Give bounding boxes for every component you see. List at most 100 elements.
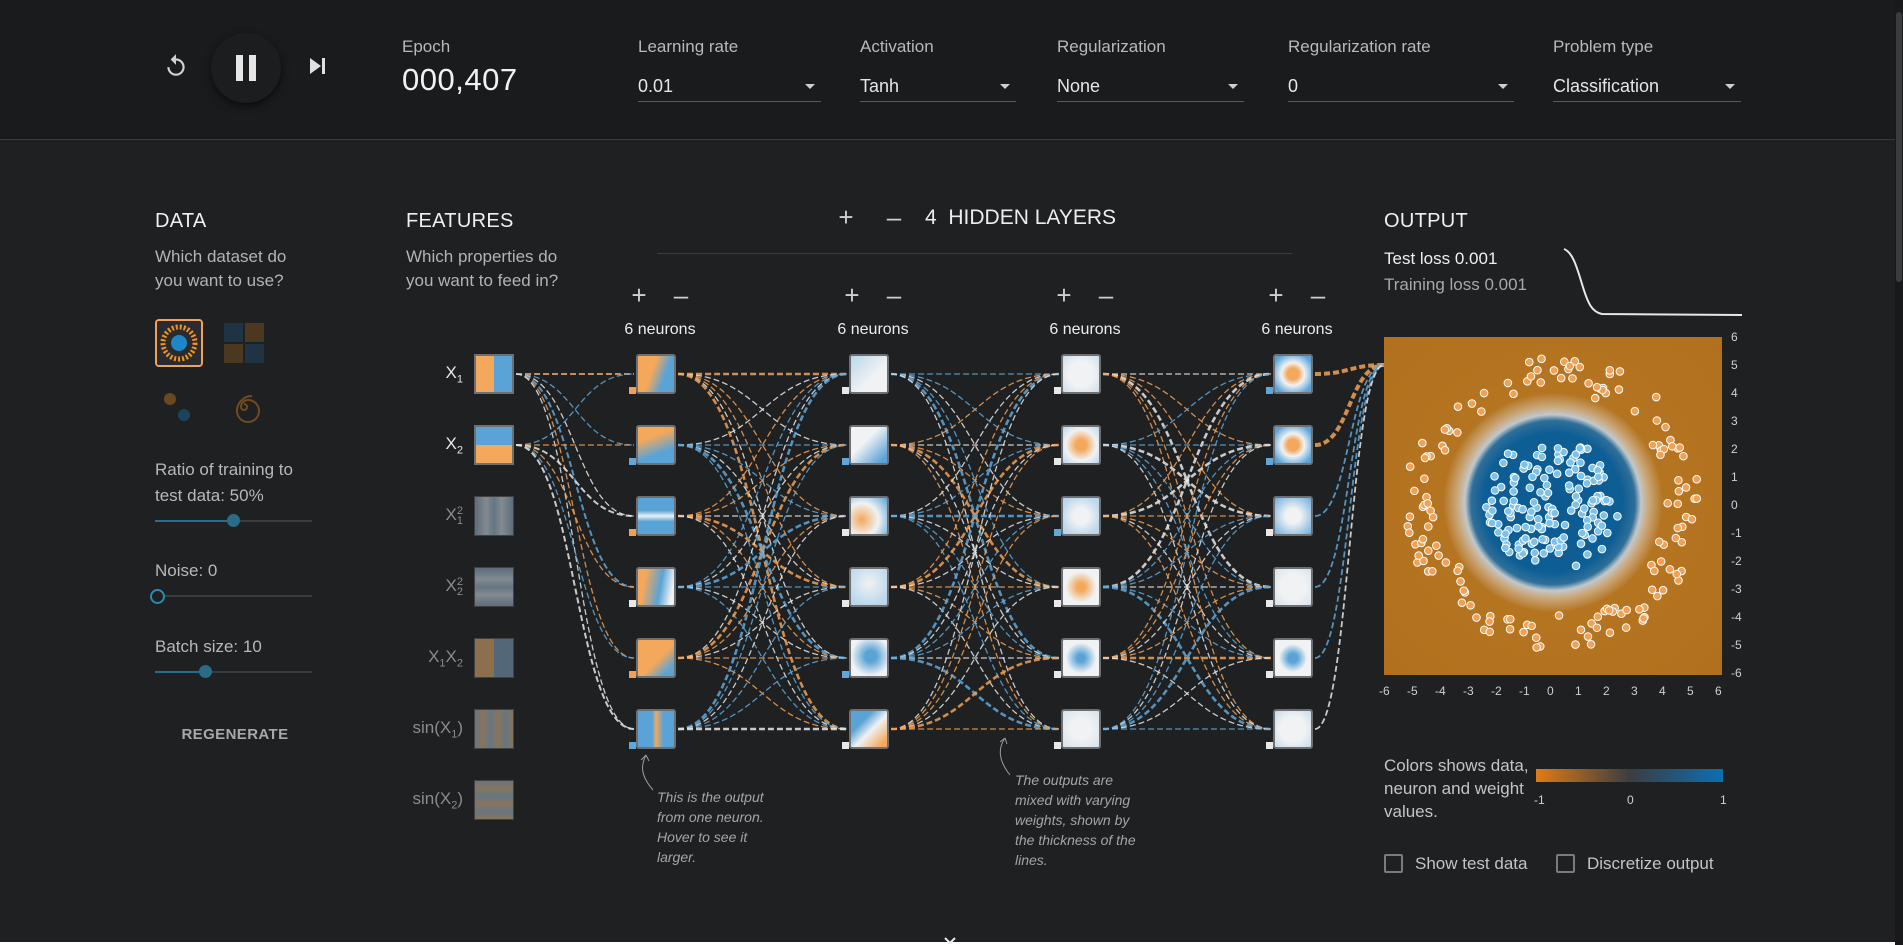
neuron-bias-indicator[interactable] — [629, 529, 636, 536]
data-point — [1453, 566, 1462, 576]
chevron-down-icon[interactable] — [943, 936, 957, 944]
discretize-output-checkbox[interactable] — [1556, 854, 1575, 873]
neuron[interactable] — [629, 354, 676, 394]
neuron[interactable] — [629, 567, 676, 607]
add-layer-button[interactable]: + — [834, 204, 858, 230]
neuron-bias-indicator[interactable] — [842, 600, 849, 607]
neuron-bias-indicator[interactable] — [629, 742, 636, 749]
weight-link[interactable] — [677, 444, 848, 730]
neuron-bias-indicator[interactable] — [1054, 529, 1061, 536]
data-point — [1530, 548, 1540, 558]
neuron-bias-indicator[interactable] — [842, 742, 849, 749]
data-point — [1499, 458, 1508, 468]
neuron-bias-indicator[interactable] — [629, 600, 636, 607]
page-scrollbar[interactable] — [1895, 0, 1903, 945]
neuron-bias-indicator[interactable] — [1266, 529, 1273, 536]
remove-neuron-button[interactable]: – — [669, 282, 693, 308]
neuron-bias-indicator[interactable] — [842, 671, 849, 678]
data-point — [1540, 473, 1549, 483]
neuron[interactable] — [1054, 638, 1101, 678]
data-point — [1681, 483, 1691, 492]
remove-neuron-button[interactable]: – — [1306, 282, 1330, 308]
neuron-bias-indicator[interactable] — [842, 529, 849, 536]
data-point — [1673, 523, 1683, 533]
neuron[interactable] — [842, 496, 889, 536]
neuron-bias-indicator[interactable] — [842, 458, 849, 465]
show-test-data-checkbox[interactable] — [1384, 854, 1403, 873]
data-point — [1519, 627, 1528, 637]
data-point — [1521, 534, 1530, 543]
weight-link[interactable] — [677, 373, 848, 659]
remove-layer-button[interactable]: – — [882, 204, 906, 230]
add-neuron-button[interactable]: + — [840, 282, 864, 308]
x-tick-label: 4 — [1659, 684, 1666, 698]
neuron-bias-indicator[interactable] — [1054, 671, 1061, 678]
hidden-layers-label: HIDDEN LAYERS — [948, 206, 1117, 229]
neuron-bias-indicator[interactable] — [1054, 387, 1061, 394]
weight-link[interactable] — [890, 515, 1060, 588]
weight-link[interactable] — [515, 444, 635, 730]
weight-link[interactable] — [890, 372, 1060, 660]
neuron[interactable] — [1266, 567, 1313, 607]
neuron[interactable] — [1266, 638, 1313, 678]
output-heatmap[interactable] — [1384, 337, 1722, 675]
neuron-bias-indicator[interactable] — [1266, 458, 1273, 465]
neuron-bias-indicator[interactable] — [629, 387, 636, 394]
neuron[interactable] — [842, 354, 889, 394]
weight-link[interactable] — [1102, 373, 1272, 659]
data-point — [1577, 528, 1587, 538]
weight-link[interactable] — [515, 444, 635, 588]
neuron-bias-indicator[interactable] — [1266, 742, 1273, 749]
neuron-bias-indicator[interactable] — [1266, 387, 1273, 394]
neuron[interactable] — [842, 638, 889, 678]
add-neuron-button[interactable]: + — [627, 282, 651, 308]
neuron-bias-indicator[interactable] — [1054, 742, 1061, 749]
weight-link[interactable] — [515, 444, 635, 659]
data-point — [1466, 600, 1475, 610]
neuron[interactable] — [629, 638, 676, 678]
neuron[interactable] — [842, 567, 889, 607]
neuron[interactable] — [1054, 496, 1101, 536]
weight-link[interactable] — [515, 373, 635, 659]
data-point — [1648, 440, 1658, 450]
neuron[interactable] — [1054, 354, 1101, 394]
remove-neuron-button[interactable]: – — [882, 282, 906, 308]
data-point — [1527, 621, 1536, 631]
neuron[interactable] — [842, 425, 889, 465]
weight-link[interactable] — [1314, 364, 1385, 730]
scrollbar-thumb[interactable] — [1896, 12, 1902, 282]
neuron[interactable] — [629, 709, 676, 749]
neuron[interactable] — [629, 496, 676, 536]
neuron[interactable] — [629, 425, 676, 465]
neuron-bias-indicator[interactable] — [1266, 671, 1273, 678]
neuron[interactable] — [1266, 709, 1313, 749]
weight-link[interactable] — [515, 373, 635, 588]
weight-link[interactable] — [890, 444, 1060, 730]
add-neuron-button[interactable]: + — [1052, 282, 1076, 308]
data-point — [1566, 458, 1575, 467]
data-point — [1536, 488, 1545, 497]
neuron-bias-indicator[interactable] — [842, 387, 849, 394]
data-point — [1520, 460, 1529, 469]
data-point — [1499, 496, 1509, 506]
neuron[interactable] — [842, 709, 889, 749]
neuron-bias-indicator[interactable] — [1266, 600, 1273, 607]
neuron-bias-indicator[interactable] — [629, 671, 636, 678]
neuron[interactable] — [1266, 354, 1313, 394]
weight-link[interactable] — [1102, 515, 1272, 588]
add-neuron-button[interactable]: + — [1264, 282, 1288, 308]
discretize-output-label: Discretize output — [1587, 854, 1714, 873]
data-point — [1441, 558, 1451, 567]
neuron[interactable] — [1054, 567, 1101, 607]
remove-neuron-button[interactable]: – — [1094, 282, 1118, 308]
neuron[interactable] — [1054, 425, 1101, 465]
neuron-bias-indicator[interactable] — [1054, 458, 1061, 465]
neuron[interactable] — [1266, 496, 1313, 536]
weight-link[interactable] — [677, 514, 848, 589]
neuron-bias-indicator[interactable] — [629, 458, 636, 465]
neuron-bias-indicator[interactable] — [1054, 600, 1061, 607]
data-point — [1533, 514, 1543, 524]
weight-link[interactable] — [1102, 444, 1272, 730]
neuron[interactable] — [1054, 709, 1101, 749]
neuron[interactable] — [1266, 425, 1313, 465]
